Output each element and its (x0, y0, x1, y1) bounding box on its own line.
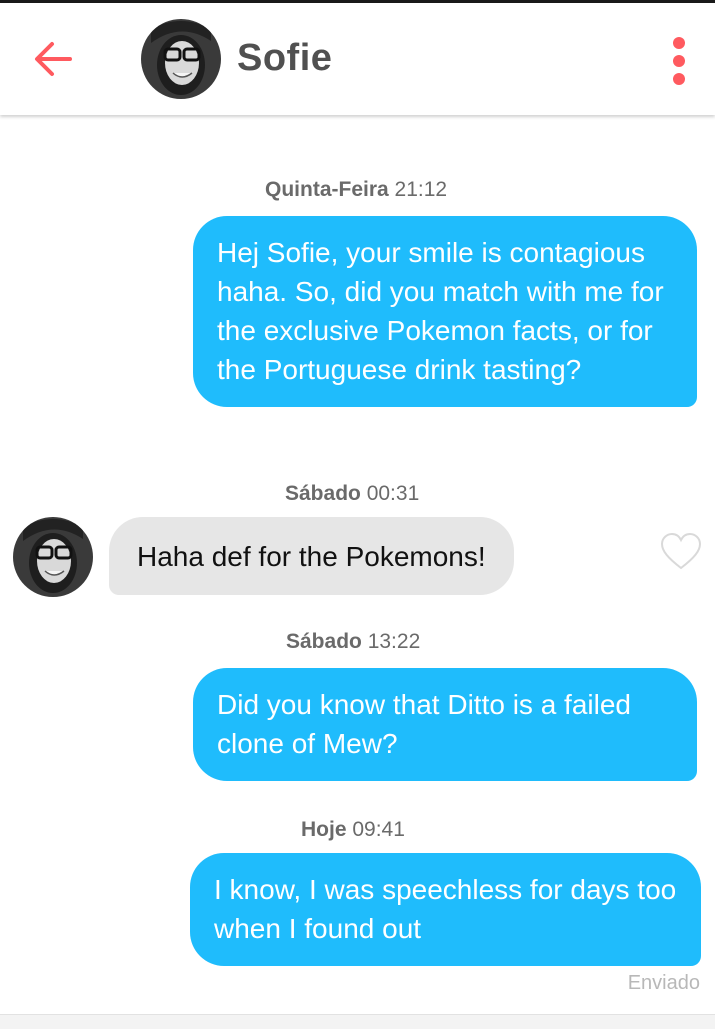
message-timestamp: Sábado 00:31 (285, 482, 419, 506)
timestamp-day: Hoje (301, 818, 347, 841)
message-avatar[interactable] (13, 517, 93, 597)
sent-status: Enviado (627, 972, 700, 994)
message-timestamp: Hoje 09:41 (301, 818, 405, 842)
incoming-message-bubble[interactable]: Haha def for the Pokemons! (109, 517, 514, 595)
back-button[interactable] (30, 39, 76, 79)
like-button[interactable] (660, 532, 702, 572)
timestamp-day: Sábado (285, 482, 361, 505)
contact-name[interactable]: Sofie (237, 37, 332, 80)
message-text: Hej Sofie, your smile is contagious haha… (217, 237, 664, 385)
timestamp-time: 00:31 (366, 482, 420, 505)
message-timestamp: Sábado 13:22 (286, 630, 420, 654)
composer-edge (0, 1014, 715, 1029)
outgoing-message-bubble[interactable]: Hej Sofie, your smile is contagious haha… (193, 216, 697, 407)
outgoing-message-bubble[interactable]: Did you know that Ditto is a failed clon… (193, 668, 697, 781)
message-text: I know, I was speechless for days too wh… (214, 874, 677, 944)
timestamp-time: 21:12 (394, 178, 448, 201)
timestamp-day: Quinta-Feira (265, 178, 389, 201)
chat-header: Sofie (0, 3, 715, 115)
heart-icon (660, 532, 702, 570)
timestamp-time: 13:22 (367, 630, 421, 653)
arrow-left-icon (35, 42, 72, 76)
timestamp-day: Sábado (286, 630, 362, 653)
more-options-button[interactable] (662, 33, 696, 89)
timestamp-time: 09:41 (352, 818, 405, 841)
message-text: Haha def for the Pokemons! (137, 541, 486, 572)
message-timestamp: Quinta-Feira 21:12 (265, 178, 447, 202)
avatar-photo (141, 19, 221, 99)
message-text: Did you know that Ditto is a failed clon… (217, 689, 631, 759)
contact-avatar[interactable] (141, 19, 221, 99)
avatar-photo (13, 517, 93, 597)
outgoing-message-bubble[interactable]: I know, I was speechless for days too wh… (190, 853, 701, 966)
